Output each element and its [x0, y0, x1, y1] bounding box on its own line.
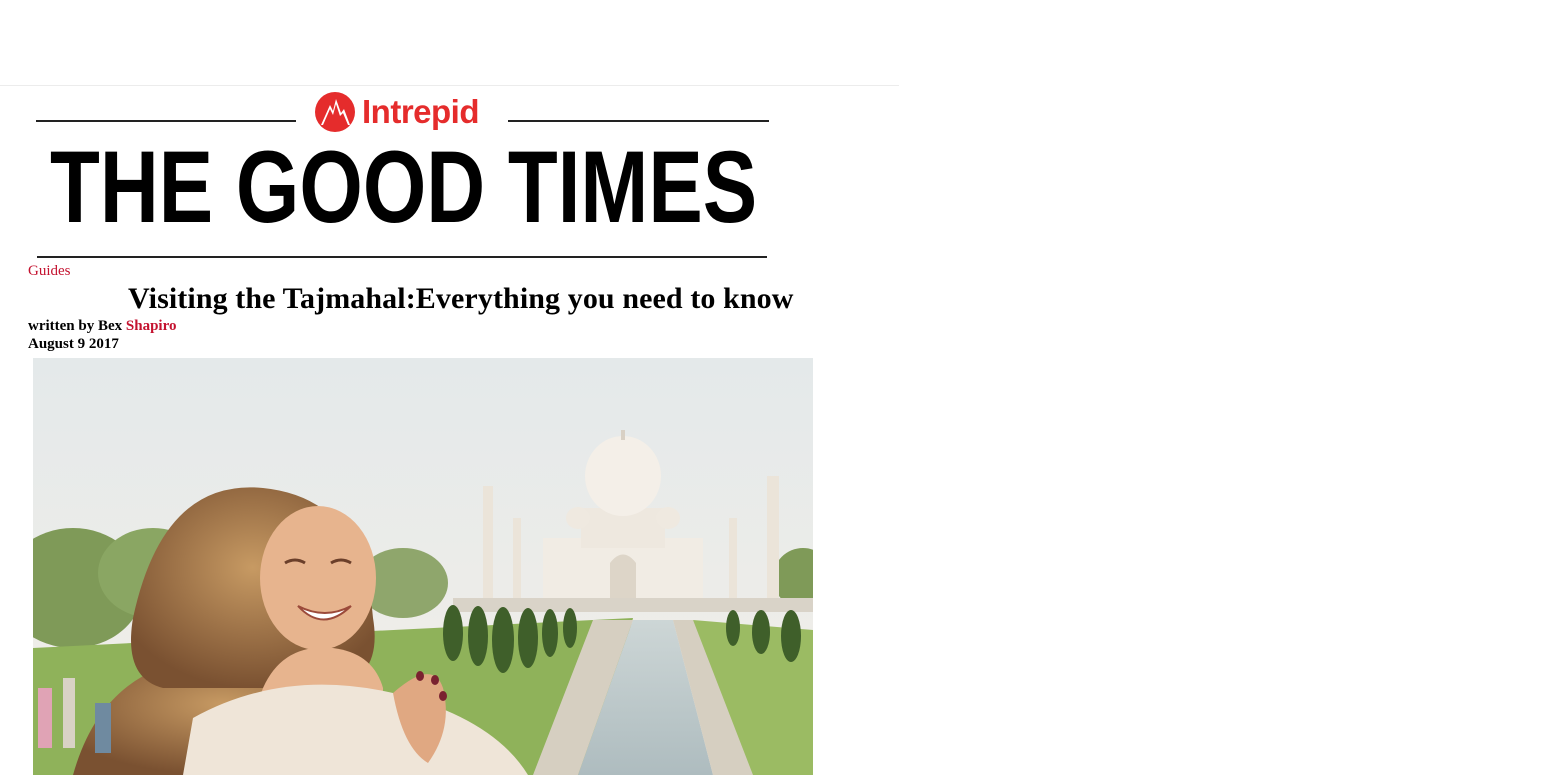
hero-photo [33, 358, 813, 775]
byline: written by Bex Shapiro [28, 318, 177, 335]
category-link[interactable]: Guides [28, 263, 71, 280]
masthead-title: THE GOOD TIMES [50, 130, 758, 244]
top-divider [0, 85, 899, 86]
masthead-rule-left [36, 120, 296, 122]
brand-logo-link[interactable]: Intrepid [314, 90, 480, 134]
byline-prefix: written by Bex [28, 318, 123, 334]
hero-photo-illustration [33, 358, 813, 775]
author-link[interactable]: Shapiro [126, 318, 177, 334]
publish-date: August 9 2017 [28, 336, 119, 352]
article-title: Visiting the Tajmahal:Everything you nee… [128, 282, 794, 315]
masthead-rule-bottom [37, 256, 767, 258]
intrepid-mountain-sun-icon [315, 92, 355, 132]
masthead-rule-right [508, 120, 769, 122]
brand-name: Intrepid [362, 93, 480, 130]
